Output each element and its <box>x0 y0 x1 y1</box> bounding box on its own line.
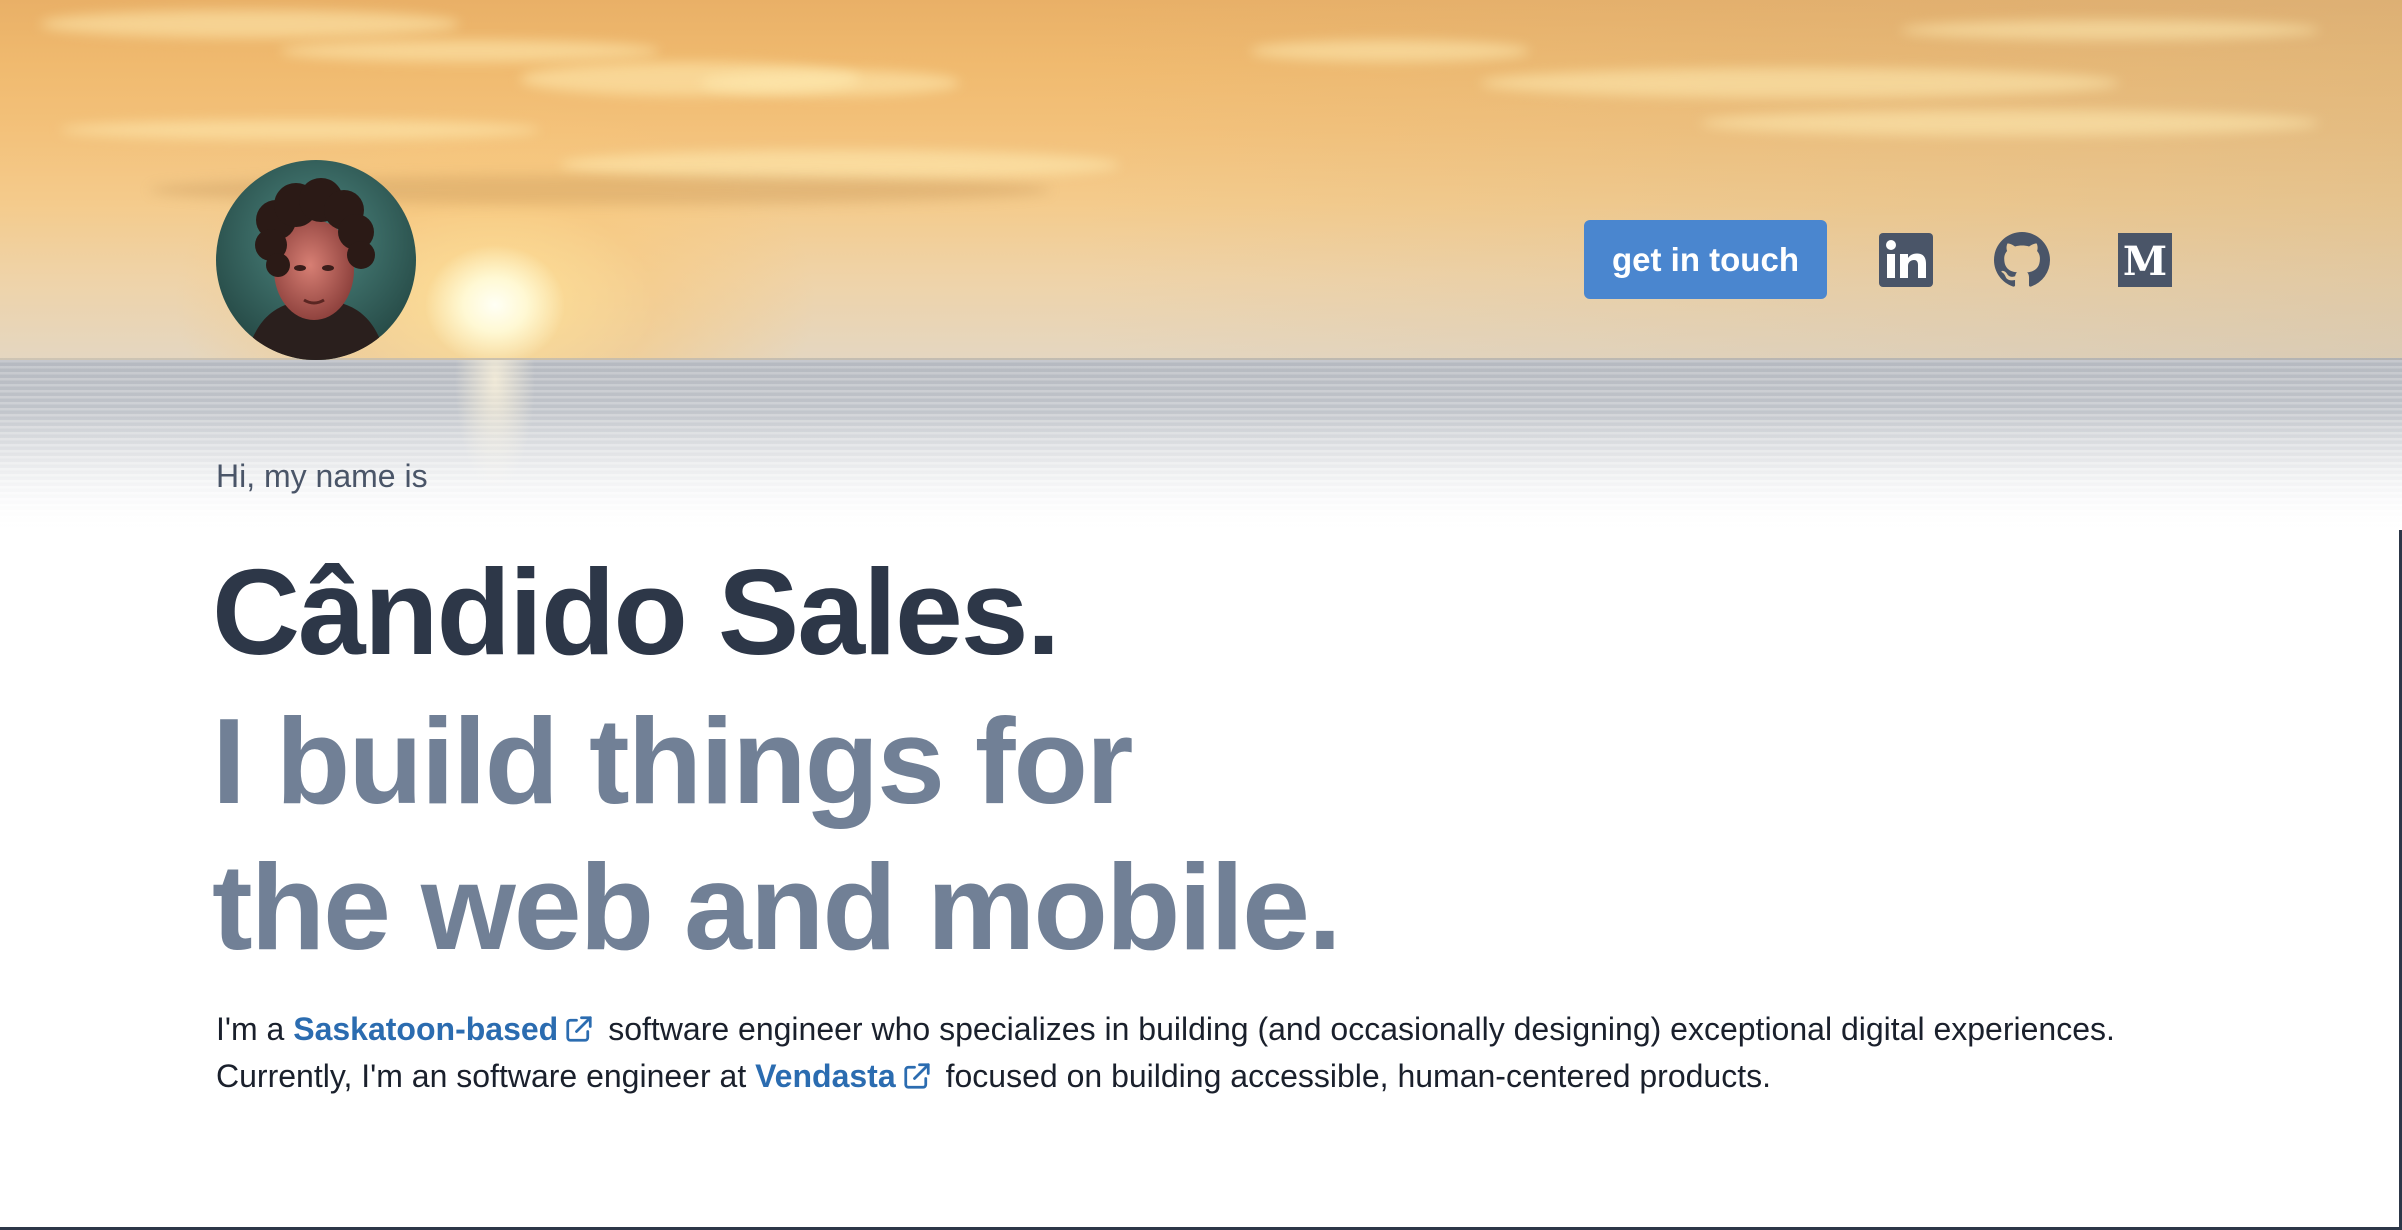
cloud <box>280 40 660 62</box>
cloud <box>40 10 460 38</box>
vendasta-link[interactable]: Vendasta <box>755 1058 946 1094</box>
bio-text: software engineer who specializes in bui… <box>608 1011 2115 1047</box>
svg-text:M: M <box>2123 238 2167 285</box>
tagline: I build things for the web and mobile. <box>212 688 1342 980</box>
vendasta-link-label: Vendasta <box>755 1058 896 1094</box>
greeting-text: Hi, my name is <box>216 458 428 494</box>
external-link-icon <box>903 1063 930 1089</box>
bio-text: I'm a <box>216 1011 285 1047</box>
bio-paragraph: I'm a Saskatoon-based software engineer w… <box>216 1006 2396 1100</box>
avatar <box>216 160 416 360</box>
bio-text: Currently, I'm an software engineer at <box>216 1058 747 1094</box>
avatar-photo <box>216 160 416 360</box>
external-link-icon <box>566 1016 592 1042</box>
cloud <box>1250 40 1530 62</box>
bio-text: focused on building accessible, human-ce… <box>945 1058 1771 1094</box>
cloud <box>60 120 540 140</box>
cloud <box>1480 68 2120 98</box>
cloud <box>1900 20 2320 40</box>
cloud <box>1700 110 2320 136</box>
medium-icon: M <box>2118 233 2172 287</box>
bio-line-1: I'm a Saskatoon-based software engineer w… <box>216 1006 2396 1053</box>
linkedin-icon <box>1879 233 1933 287</box>
github-icon <box>1994 232 2050 287</box>
bio-line-2: Currently, I'm an software engineer at V… <box>216 1053 2396 1100</box>
medium-link[interactable]: M <box>2117 232 2173 288</box>
get-in-touch-button[interactable]: get in touch <box>1584 220 1827 299</box>
linkedin-link[interactable] <box>1878 232 1934 288</box>
cloud <box>700 70 960 96</box>
tagline-line-2: the web and mobile. <box>212 839 1342 975</box>
saskatoon-link[interactable]: Saskatoon-based <box>293 1011 608 1047</box>
tagline-line-1: I build things for <box>212 693 1134 829</box>
page-title: Cândido Sales. <box>212 544 1061 680</box>
saskatoon-link-label: Saskatoon-based <box>293 1011 559 1047</box>
github-link[interactable] <box>1994 232 2050 288</box>
